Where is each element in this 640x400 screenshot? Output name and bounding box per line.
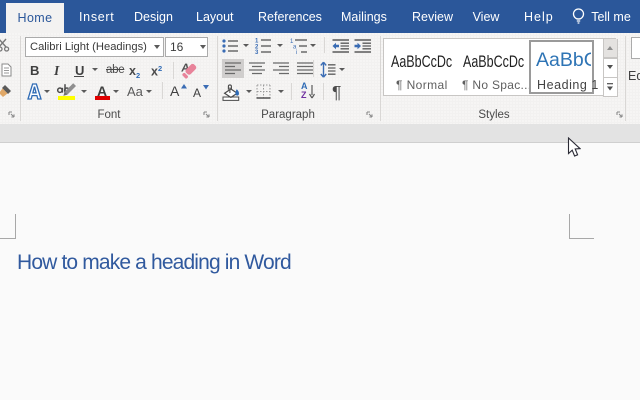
- svg-text:i: i: [296, 50, 297, 54]
- svg-text:3: 3: [255, 50, 259, 54]
